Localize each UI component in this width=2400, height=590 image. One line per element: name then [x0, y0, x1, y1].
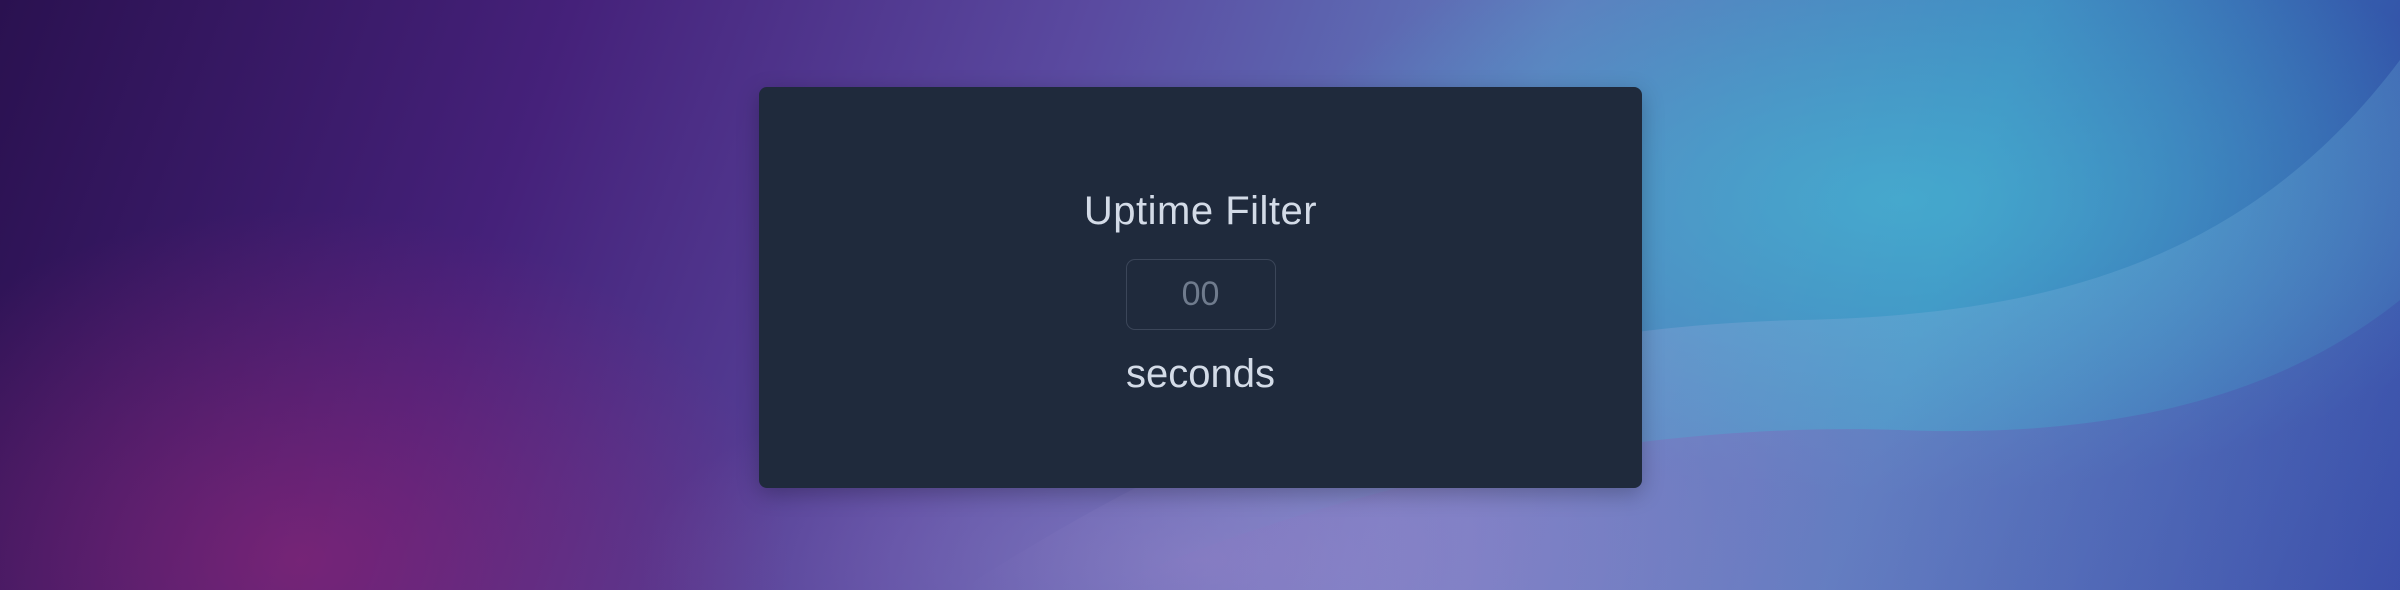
uptime-seconds-input[interactable]	[1125, 259, 1276, 330]
uptime-filter-panel: Uptime Filter seconds	[759, 87, 1642, 488]
uptime-filter-title: Uptime Filter	[1083, 189, 1318, 233]
seconds-unit-label: seconds	[1126, 352, 1275, 396]
